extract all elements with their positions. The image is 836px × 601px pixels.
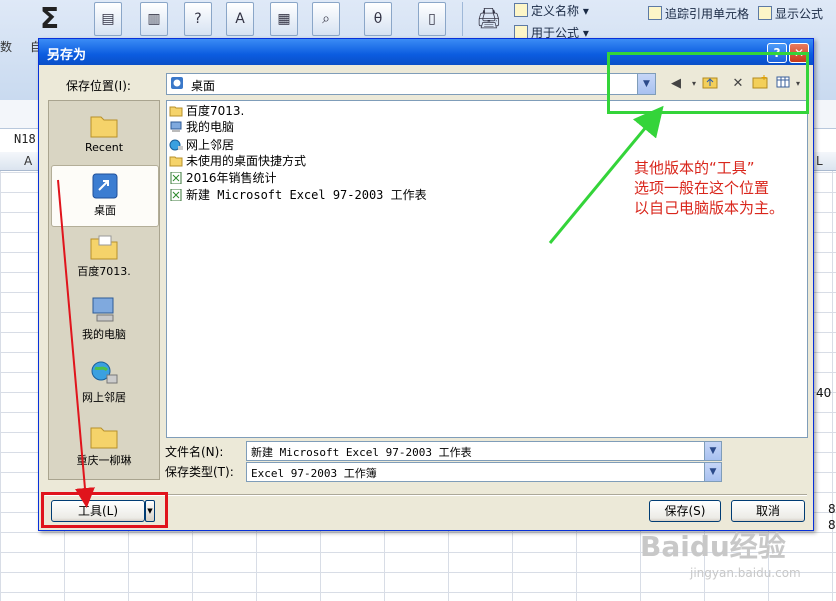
annotation-note: 其他版本的“工具” 选项一般在这个位置 以自己电脑版本为主。 (634, 159, 785, 217)
watermark-url: jingyan.baidu.com (690, 566, 801, 580)
red-arrow (57, 179, 95, 508)
watermark-logo: Baidu经验 (640, 530, 786, 563)
annotation-arrows (57, 105, 664, 508)
